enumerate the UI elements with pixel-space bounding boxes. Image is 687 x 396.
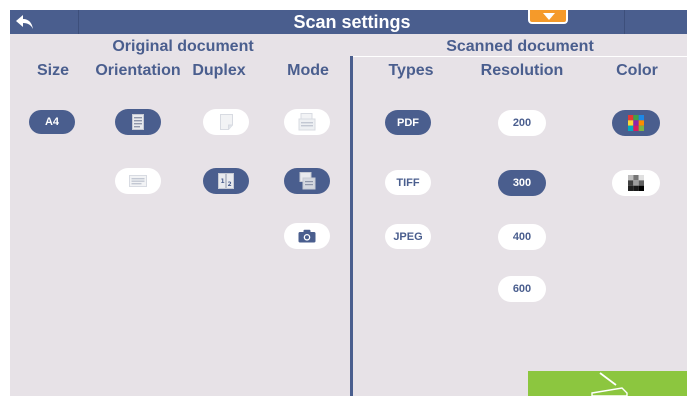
document-feeder-icon: [298, 113, 316, 131]
scan-settings-screen: Scan settings Original document Scanned …: [0, 0, 687, 396]
back-button[interactable]: [10, 10, 78, 34]
double-sided-icon: 1 2: [218, 173, 234, 189]
portrait-page-icon: [132, 114, 144, 130]
heading-underline: [352, 56, 687, 57]
scan-start-icon: [591, 372, 628, 396]
resolution-200-button[interactable]: 200: [498, 110, 546, 136]
type-tiff-button[interactable]: TIFF: [385, 170, 431, 195]
color-column-header: Color: [616, 62, 658, 79]
color-mode-icon: [628, 115, 644, 131]
svg-text:1: 1: [221, 178, 225, 185]
orientation-portrait-button[interactable]: [115, 109, 161, 135]
flatbed-scan-icon: [299, 172, 316, 190]
grayscale-mode-icon: [628, 175, 644, 191]
scanned-document-heading: Scanned document: [446, 38, 594, 55]
duplex-column-header: Duplex: [192, 62, 246, 79]
resolution-400-button[interactable]: 400: [498, 224, 546, 250]
color-mode-button[interactable]: [612, 110, 660, 136]
resolution-300-button[interactable]: 300: [498, 170, 546, 196]
resolution-column-header: Resolution: [480, 62, 564, 79]
menu-toggle[interactable]: [528, 10, 568, 24]
duplex-off-button[interactable]: [203, 109, 249, 135]
type-jpeg-button[interactable]: JPEG: [385, 224, 431, 249]
orientation-landscape-button[interactable]: [115, 168, 161, 194]
svg-text:2: 2: [228, 181, 232, 188]
settings-panel: [10, 34, 687, 396]
mode-column-header: Mode: [287, 62, 329, 79]
mode-feeder-button[interactable]: [284, 109, 330, 135]
chevron-down-icon: [543, 13, 555, 20]
mode-camera-button[interactable]: [284, 223, 330, 249]
camera-icon: [298, 229, 316, 243]
mode-flatbed-button[interactable]: [284, 168, 330, 194]
resolution-600-button[interactable]: 600: [498, 276, 546, 302]
types-column-header: Types: [388, 62, 434, 79]
duplex-on-button[interactable]: 1 2: [203, 168, 249, 194]
type-pdf-button[interactable]: PDF: [385, 110, 431, 135]
single-sided-icon: [219, 114, 233, 130]
back-arrow-icon: [16, 15, 33, 29]
section-divider: [350, 56, 353, 396]
landscape-page-icon: [129, 175, 147, 187]
start-scan-button[interactable]: [528, 371, 687, 396]
original-document-heading: Original document: [112, 38, 254, 55]
grayscale-mode-button[interactable]: [612, 170, 660, 196]
size-a4-button[interactable]: A4: [29, 110, 75, 134]
size-column-header: Size: [36, 62, 69, 79]
orientation-column-header: Orientation: [95, 62, 181, 79]
